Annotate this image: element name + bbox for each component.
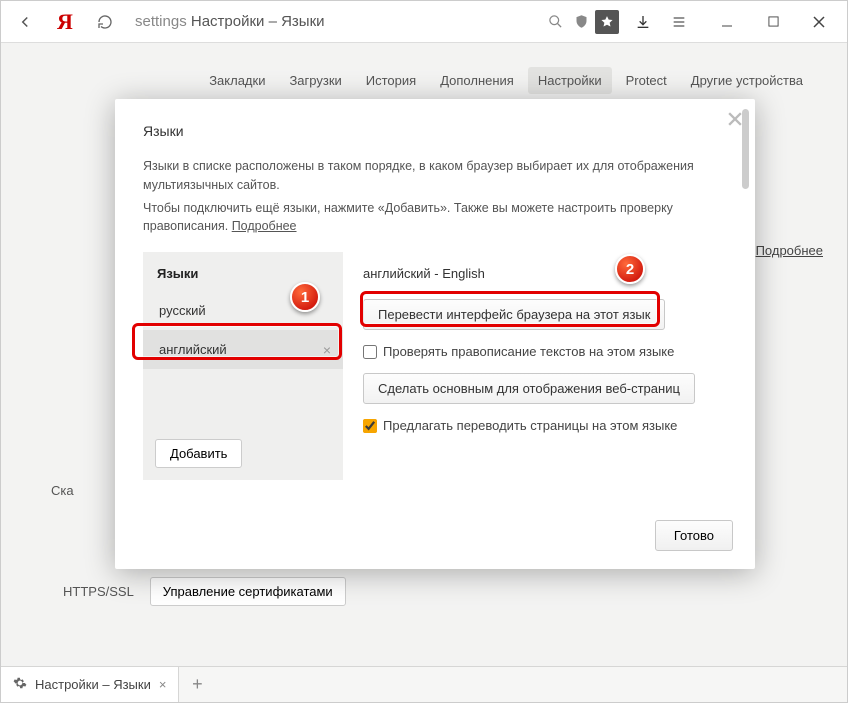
dialog-description-1: Языки в списке расположены в таком поряд… <box>143 157 727 195</box>
nav-tab[interactable]: Другие устройства <box>681 67 813 94</box>
done-button[interactable]: Готово <box>655 520 733 551</box>
browser-tab-bar: Настройки – Языки × + <box>1 666 847 702</box>
addr-title: Настройки – Языки <box>191 13 325 30</box>
spellcheck-checkbox[interactable] <box>363 345 377 359</box>
nav-tab-active[interactable]: Настройки <box>528 67 612 94</box>
spellcheck-label: Проверять правописание текстов на этом я… <box>383 344 674 359</box>
address-bar[interactable]: settings Настройки – Языки <box>129 13 535 30</box>
remove-language-icon[interactable]: × <box>323 342 331 358</box>
offer-translate-label: Предлагать переводить страницы на этом я… <box>383 418 677 433</box>
browser-toolbar: Я settings Настройки – Языки <box>1 1 847 43</box>
gear-icon <box>13 676 27 693</box>
https-label: HTTPS/SSL <box>63 584 134 599</box>
toolbar-right <box>543 8 839 36</box>
https-section: HTTPS/SSL Управление сертификатами <box>63 577 346 606</box>
translate-ui-button[interactable]: Перевести интерфейс браузера на этот язы… <box>363 299 665 330</box>
nav-tab[interactable]: Дополнения <box>430 67 524 94</box>
nav-tab[interactable]: История <box>356 67 426 94</box>
reload-button[interactable] <box>89 8 121 36</box>
back-button[interactable] <box>9 8 41 36</box>
browser-tab[interactable]: Настройки – Языки × <box>1 667 179 702</box>
close-tab-icon[interactable]: × <box>159 677 167 692</box>
nav-tab[interactable]: Закладки <box>199 67 275 94</box>
settings-nav-tabs: Закладки Загрузки История Дополнения Нас… <box>1 43 847 94</box>
addr-keyword: settings <box>135 13 187 30</box>
menu-icon[interactable] <box>667 10 691 34</box>
dialog-body: Языки Языки в списке расположены в таком… <box>115 99 755 506</box>
dialog-description-2: Чтобы подключить ещё языки, нажмите «Доб… <box>143 199 727 237</box>
minimize-button[interactable] <box>707 8 747 36</box>
spellcheck-row[interactable]: Проверять правописание текстов на этом я… <box>363 344 721 359</box>
annotation-badge-1: 1 <box>290 282 320 312</box>
bg-fragment-left: Ска <box>51 483 74 498</box>
new-tab-button[interactable]: + <box>179 667 215 702</box>
shield-icon[interactable] <box>569 10 593 34</box>
annotation-badge-2: 2 <box>615 254 645 284</box>
learn-more-link[interactable]: Подробнее <box>232 219 297 233</box>
search-icon[interactable] <box>543 10 567 34</box>
language-item-english[interactable]: английский × <box>143 330 343 369</box>
languages-panel: Языки русский английский × Добавить англ… <box>143 252 727 480</box>
default-display-button[interactable]: Сделать основным для отображения веб-стр… <box>363 373 695 404</box>
downloads-icon[interactable] <box>631 10 655 34</box>
yandex-logo[interactable]: Я <box>49 8 81 36</box>
selected-language-title: английский - English <box>363 266 721 281</box>
manage-certificates-button[interactable]: Управление сертификатами <box>150 577 346 606</box>
dialog-title: Языки <box>143 123 727 139</box>
offer-translate-checkbox[interactable] <box>363 419 377 433</box>
dialog-footer: Готово <box>115 506 755 569</box>
nav-tab[interactable]: Protect <box>616 67 677 94</box>
scrollbar-thumb[interactable] <box>742 109 749 189</box>
bg-more-link[interactable]: Подробнее <box>756 243 823 258</box>
maximize-button[interactable] <box>753 8 793 36</box>
nav-tab[interactable]: Загрузки <box>279 67 351 94</box>
offer-translate-row[interactable]: Предлагать переводить страницы на этом я… <box>363 418 721 433</box>
close-window-button[interactable] <box>799 8 839 36</box>
add-language-button[interactable]: Добавить <box>155 439 242 468</box>
tab-title: Настройки – Языки <box>35 677 151 692</box>
language-detail-panel: английский - English Перевести интерфейс… <box>343 252 727 480</box>
bookmark-star-icon[interactable] <box>595 10 619 34</box>
languages-dialog: Языки Языки в списке расположены в таком… <box>115 99 755 569</box>
